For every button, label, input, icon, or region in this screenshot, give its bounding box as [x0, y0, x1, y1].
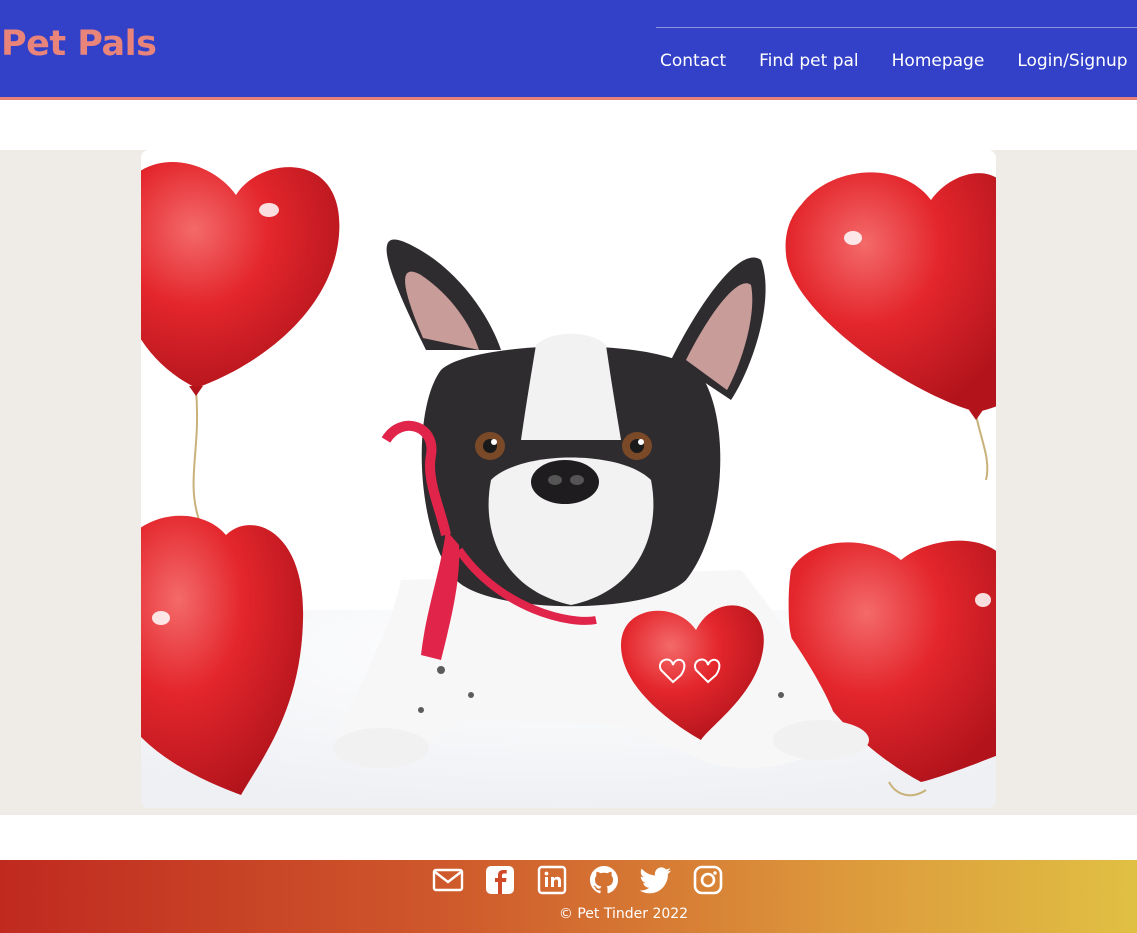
- nav-link-homepage[interactable]: Homepage: [876, 48, 1001, 74]
- brand-logo-text[interactable]: Pet Pals: [1, 24, 157, 64]
- nav-link-login-signup[interactable]: Login/Signup: [1001, 48, 1137, 74]
- main-nav: Contact Find pet pal Homepage Login/Sign…: [644, 48, 1137, 74]
- instagram-icon[interactable]: [690, 863, 726, 897]
- social-links: [430, 863, 726, 897]
- site-footer: © Pet Tinder 2022: [0, 860, 1137, 933]
- copyright-text: © Pet Tinder 2022: [558, 906, 689, 922]
- header-accent-line: [0, 97, 1137, 100]
- nav-divider: [656, 27, 1137, 28]
- nav-link-find-pet-pal[interactable]: Find pet pal: [743, 48, 875, 74]
- hero-image: [141, 150, 996, 808]
- site-header: Pet Pals Contact Find pet pal Homepage L…: [0, 0, 1137, 97]
- facebook-icon[interactable]: [482, 863, 518, 897]
- twitter-icon[interactable]: [638, 863, 674, 897]
- nav-link-contact[interactable]: Contact: [644, 48, 742, 74]
- github-icon[interactable]: [586, 863, 622, 897]
- mail-icon[interactable]: [430, 863, 466, 897]
- linkedin-icon[interactable]: [534, 863, 570, 897]
- hero-illustration: [141, 150, 996, 808]
